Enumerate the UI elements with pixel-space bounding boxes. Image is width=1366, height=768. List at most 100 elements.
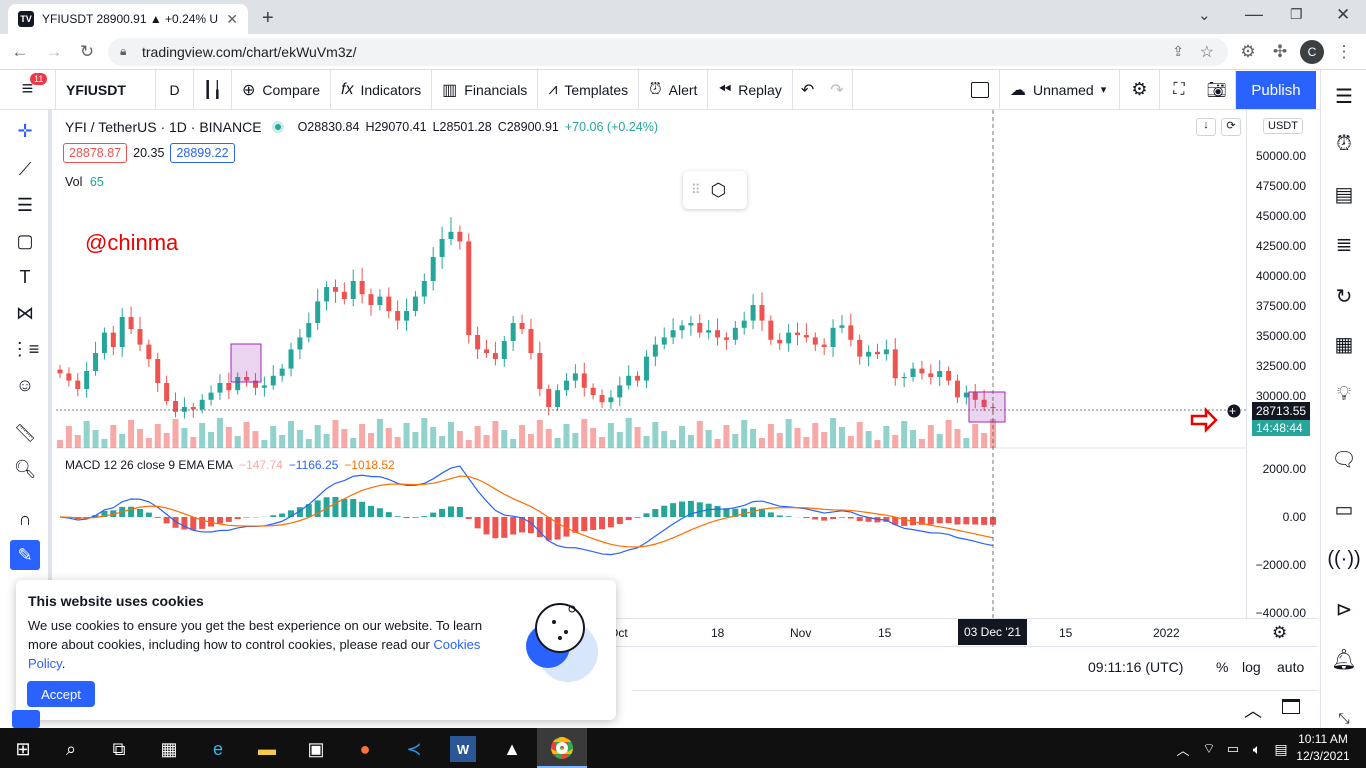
ideas-lightbulb-icon[interactable]: 💡︎: [1330, 380, 1358, 408]
log-toggle[interactable]: log: [1242, 659, 1261, 675]
pattern-icon[interactable]: ⋈: [10, 298, 40, 328]
collapse-panel-icon[interactable]: ︿: [1244, 697, 1262, 723]
rectangle-icon[interactable]: ▢: [10, 226, 40, 256]
calendar-icon[interactable]: ▦: [1330, 330, 1358, 358]
fullscreen-button[interactable]: ⛶: [1160, 70, 1198, 110]
drag-handle-icon[interactable]: ⠿: [691, 182, 701, 198]
photos-icon[interactable]: ▲: [499, 736, 525, 762]
emoji-icon[interactable]: ☺: [10, 370, 40, 400]
url-input[interactable]: 🔒︎ tradingview.com/chart/ekWuVm3z/ ⇪ ☆: [108, 38, 1228, 66]
bookmark-star-icon[interactable]: ☆: [1200, 42, 1214, 62]
price-axis-label: 50000.00: [1255, 149, 1306, 163]
alert-button[interactable]: ⏰︎ Alert: [639, 69, 709, 110]
fullscreen-layout-button[interactable]: [960, 69, 1000, 110]
ask-price[interactable]: 28899.22: [170, 143, 235, 163]
taskbar-clock[interactable]: 10:11 AM 12/3/2021: [1296, 731, 1350, 765]
layout-name-button[interactable]: ☁︎ Unnamed ▾: [1000, 69, 1120, 110]
symbol-search-button[interactable]: YFIUSDT: [56, 69, 156, 110]
back-icon[interactable]: ←: [8, 40, 32, 64]
extension-robot-icon[interactable]: ⚙: [1236, 40, 1260, 64]
file-explorer-icon[interactable]: ▬: [254, 736, 280, 762]
templates-button[interactable]: ⩘ Templates: [538, 69, 640, 110]
pattern-tool-icon[interactable]: ⬡: [711, 180, 727, 201]
calculator-icon[interactable]: ▦: [156, 736, 182, 762]
indicators-button[interactable]: fx Indicators: [331, 69, 433, 110]
floating-drawing-toolbar[interactable]: ⠿ ⬡: [683, 171, 747, 209]
vscode-icon[interactable]: ≺: [401, 736, 427, 762]
compare-button[interactable]: ⊕ Compare: [232, 69, 331, 110]
replay-button[interactable]: ⏪︎ Replay: [708, 69, 793, 110]
profile-avatar[interactable]: C: [1300, 40, 1324, 64]
screenshot-button[interactable]: 📷︎: [1198, 69, 1236, 110]
firefox-icon[interactable]: ●: [352, 736, 378, 762]
currency-label[interactable]: USDT: [1263, 118, 1303, 134]
close-tab-icon[interactable]: ✕: [226, 11, 238, 28]
data-window-icon[interactable]: ▤: [1330, 180, 1358, 208]
notifications-bell-icon[interactable]: 🔔︎: [1330, 645, 1358, 673]
task-view-icon[interactable]: ⧉: [106, 736, 132, 762]
highlight-box-right[interactable]: [968, 391, 1006, 423]
watchlist-icon[interactable]: ☰: [1330, 82, 1358, 110]
hotlists-icon[interactable]: ≣: [1330, 230, 1358, 258]
store-icon[interactable]: ▣: [303, 736, 329, 762]
tab-search-icon[interactable]: ⌄: [1198, 6, 1211, 24]
close-window-icon[interactable]: ✕: [1336, 5, 1350, 25]
browser-tab[interactable]: TV YFIUSDT 28900.91 ▲ +0.24% Unnamed ✕: [8, 4, 248, 34]
reload-icon[interactable]: ↻: [75, 40, 99, 64]
symbol-title[interactable]: YFI / TetherUS · 1D · BINANCE: [65, 119, 262, 135]
alerts-clock-icon[interactable]: ⏰︎: [1330, 130, 1358, 158]
messages-icon[interactable]: ▭: [1330, 495, 1358, 523]
highlight-box-left[interactable]: [230, 343, 262, 383]
chrome-taskbar-button[interactable]: [537, 728, 587, 768]
word-icon[interactable]: W: [450, 736, 476, 762]
edge-icon[interactable]: e: [205, 736, 231, 762]
gear-icon: ⚙: [1131, 79, 1148, 99]
extensions-puzzle-icon[interactable]: ✣: [1268, 40, 1292, 64]
reset-icon[interactable]: ⟳: [1221, 118, 1241, 136]
show-hidden-icons-icon[interactable]: ︿: [1170, 736, 1196, 762]
zoom-icon[interactable]: 🔍︎: [10, 454, 40, 484]
playback-icon[interactable]: ⊳: [1330, 595, 1358, 623]
auto-toggle[interactable]: auto: [1277, 659, 1304, 675]
forward-icon[interactable]: →: [42, 40, 66, 64]
share-icon[interactable]: ⇪: [1172, 43, 1184, 60]
magnet-icon[interactable]: ∩: [10, 504, 40, 534]
battery-icon[interactable]: ▭: [1220, 736, 1246, 762]
publish-button[interactable]: Publish: [1236, 71, 1316, 109]
lock-drawings-icon[interactable]: ✎: [10, 540, 40, 570]
new-tab-icon[interactable]: +: [262, 7, 274, 30]
settings-button[interactable]: ⚙: [1120, 69, 1160, 110]
chart-type-button[interactable]: ┃╽: [194, 69, 232, 110]
percent-toggle[interactable]: %: [1216, 659, 1228, 675]
main-menu-button[interactable]: ≡ 11: [0, 69, 56, 110]
undo-button[interactable]: ↶: [793, 70, 822, 110]
axis-settings-gear-icon[interactable]: ⚙: [1272, 623, 1287, 643]
text-icon[interactable]: T: [10, 262, 40, 292]
browser-menu-icon[interactable]: ⋮: [1332, 40, 1356, 64]
volume-icon[interactable]: 🔈︎: [1244, 736, 1270, 762]
crosshair-icon[interactable]: ✛: [10, 116, 40, 146]
accept-button[interactable]: Accept: [27, 681, 95, 707]
trend-line-icon[interactable]: ⟋: [10, 154, 40, 184]
fib-icon[interactable]: ☰: [10, 190, 40, 220]
scroll-down-icon[interactable]: ↓: [1196, 118, 1216, 136]
utc-clock[interactable]: 09:11:16 (UTC): [1088, 659, 1183, 675]
financials-button[interactable]: ▥ Financials: [432, 69, 539, 110]
wifi-icon[interactable]: ⌔: [1196, 736, 1222, 762]
maximize-panel-icon[interactable]: [1282, 699, 1300, 714]
streams-icon[interactable]: ((·)): [1327, 545, 1360, 573]
windows-start-icon[interactable]: ⊞: [10, 736, 36, 762]
price-axis[interactable]: USDT 50000.00 47500.00 45000.00 42500.00 400…: [1246, 110, 1318, 620]
chart-pane[interactable]: +: [56, 110, 1246, 618]
prediction-icon[interactable]: ⋮≡: [10, 334, 40, 364]
interval-button[interactable]: D: [156, 69, 194, 110]
ruler-icon[interactable]: 📏︎: [10, 418, 40, 448]
bid-price[interactable]: 28878.87: [63, 143, 128, 163]
chats-icon[interactable]: 🗨︎: [1330, 445, 1358, 473]
search-icon[interactable]: ⌕: [58, 736, 84, 762]
restore-icon[interactable]: ❐: [1290, 6, 1303, 23]
redo-button[interactable]: ↷: [822, 69, 853, 110]
notification-center-icon[interactable]: ▤: [1268, 736, 1294, 762]
calendar-ideas-icon[interactable]: ↻: [1330, 282, 1358, 310]
minimize-icon[interactable]: —: [1245, 4, 1263, 25]
